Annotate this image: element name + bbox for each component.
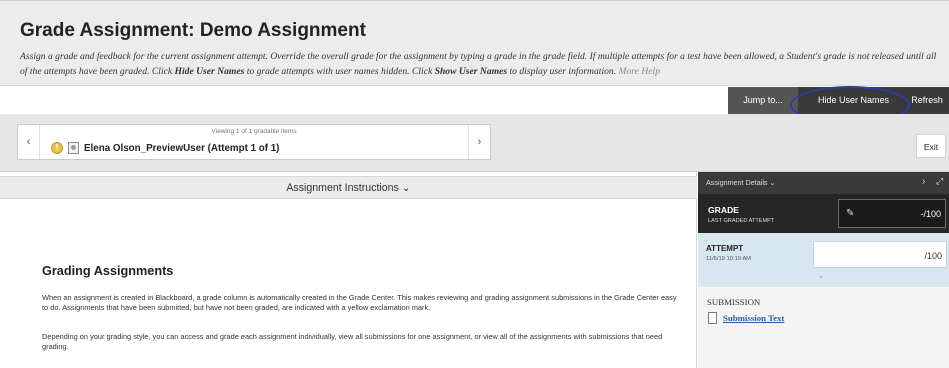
exit-button[interactable]: Exit [916, 134, 946, 158]
content-heading: Grading Assignments [42, 264, 174, 278]
refresh-button[interactable]: Refresh [905, 87, 949, 114]
expand-icon[interactable]: ⤢ [936, 176, 943, 187]
grade-title: GRADE [708, 205, 740, 215]
grade-section: GRADE LAST GRADED ATTEMPT ✎ -/100 [698, 194, 949, 233]
chevron-right-icon[interactable]: › [922, 176, 925, 187]
submission-content: Assignment Instructions ⌄ Grading Assign… [0, 172, 697, 368]
content-paragraph-2: Depending on your grading style, you can… [42, 332, 663, 351]
attempt-section: ATTEMPT 11/6/19 10:19 AM /100 ⌄ [698, 233, 949, 287]
attempt-title: ATTEMPT [706, 244, 744, 253]
instructions-bold-hide: Hide User Names [174, 66, 245, 77]
attempt-grade-value: /100 [924, 251, 942, 261]
instructions-text-3: to display user information. [507, 66, 619, 77]
assignment-details-header: Assignment Details ⌄ › ⤢ [698, 172, 949, 194]
more-help-link[interactable]: More Help [619, 66, 660, 77]
attempt-grade-input[interactable]: /100 [813, 241, 947, 268]
attempt-navigator-row: ‹ Viewing 1 of 1 gradable items ! Elena … [0, 114, 949, 172]
needs-grading-icon: ! [51, 142, 63, 154]
action-toolbar: Jump to... Hide User Names Refresh [0, 87, 949, 114]
overall-grade-field[interactable]: ✎ -/100 [838, 199, 946, 228]
grade-subtitle: LAST GRADED ATTEMPT [708, 218, 775, 224]
chevron-left-icon[interactable]: ‹ [18, 125, 40, 159]
overall-grade-value: -/100 [920, 209, 941, 219]
user-icon [68, 142, 79, 154]
hide-user-names-button[interactable]: Hide User Names [809, 87, 898, 114]
page-title: Grade Assignment: Demo Assignment [20, 20, 366, 41]
assignment-details-title[interactable]: Assignment Details ⌄ [706, 178, 776, 187]
current-user: ! Elena Olson_PreviewUser (Attempt 1 of … [51, 140, 279, 156]
chevron-right-icon[interactable]: › [468, 125, 490, 159]
instructions-bold-show: Show User Names [434, 66, 508, 77]
assignment-details-panel: Assignment Details ⌄ › ⤢ GRADE LAST GRAD… [698, 172, 949, 368]
page-header: Grade Assignment: Demo Assignment Assign… [0, 0, 949, 86]
jump-to-button[interactable]: Jump to... [728, 87, 798, 114]
chevron-down-icon[interactable]: ⌄ [818, 272, 824, 280]
pencil-icon[interactable]: ✎ [846, 208, 854, 219]
assignment-instructions-toggle[interactable]: Assignment Instructions ⌄ [0, 176, 697, 199]
submission-label: SUBMISSION [707, 297, 761, 307]
user-name: Elena Olson_PreviewUser (Attempt 1 of 1) [84, 142, 280, 154]
viewing-count: Viewing 1 of 1 gradable items [211, 128, 297, 135]
instructions-text-2: to grade attempts with user names hidden… [244, 66, 435, 77]
submission-text-link[interactable]: Submission Text [723, 313, 784, 323]
document-icon [708, 312, 717, 324]
attempt-navigator: ‹ Viewing 1 of 1 gradable items ! Elena … [17, 124, 491, 160]
content-paragraph-1: When an assignment is created in Blackbo… [42, 293, 677, 312]
attempt-date: 11/6/19 10:19 AM [706, 256, 752, 262]
page-instructions: Assign a grade and feedback for the curr… [20, 49, 940, 79]
